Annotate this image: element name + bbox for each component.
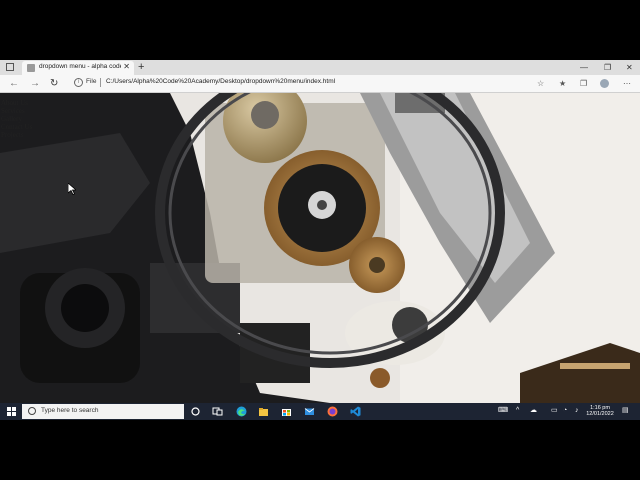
network-icon[interactable]: ◔	[563, 407, 567, 415]
tab-close-icon[interactable]: ✕	[123, 62, 130, 71]
profile-icon[interactable]	[600, 79, 609, 88]
battery-icon[interactable]: ▭	[551, 407, 558, 415]
mail-icon[interactable]	[304, 406, 315, 417]
mouse-cursor-icon	[68, 183, 76, 195]
forward-button[interactable]: →	[30, 77, 40, 91]
star-plus-icon[interactable]: ☆	[537, 77, 544, 91]
menu-item-contact-us[interactable]: Contact Us	[1, 123, 32, 131]
info-icon[interactable]: i	[74, 78, 83, 87]
menu-item-gallery[interactable]: Gallery	[1, 115, 32, 123]
windows-taskbar: Type here to search ⌨ ^ ☁ ▭ ◔ ♪ 1:16 pm …	[0, 403, 640, 420]
dropdown-menu: About Us Services Gallery Contact Us Pro…	[1, 99, 32, 139]
search-icon	[28, 407, 36, 415]
menu-item-about-us[interactable]: About Us	[1, 99, 32, 107]
volume-icon[interactable]: ♪	[575, 407, 579, 415]
address-bar[interactable]: i File C:/Users/Alpha%20Code%20Academy/D…	[70, 77, 530, 90]
firefox-icon[interactable]	[327, 406, 338, 417]
refresh-button[interactable]: ↻	[50, 77, 58, 91]
close-window-button[interactable]: ✕	[626, 60, 633, 75]
task-view-icon[interactable]	[212, 406, 223, 417]
page-favicon-icon	[27, 64, 35, 72]
menu-item-projects[interactable]: Projects	[1, 131, 32, 139]
taskbar-search-input[interactable]: Type here to search	[22, 404, 184, 419]
url-separator	[100, 78, 101, 87]
collections-icon[interactable]: ❐	[580, 77, 587, 91]
show-hidden-icons-icon[interactable]: ^	[516, 407, 519, 415]
browser-toolbar: ← → ↻ i File C:/Users/Alpha%20Code%20Aca…	[0, 75, 640, 93]
tab-actions-icon[interactable]	[6, 63, 14, 71]
more-icon[interactable]: ⋯	[623, 77, 631, 91]
minimize-button[interactable]: —	[580, 60, 588, 75]
menu-item-services[interactable]: Services	[1, 107, 32, 115]
store-icon[interactable]	[281, 406, 292, 417]
clock-date: 12/01/2022	[586, 411, 614, 417]
back-button[interactable]: ←	[9, 77, 19, 91]
scheme-label: File	[86, 78, 97, 85]
tab-title: dropdown menu - alpha code a	[39, 63, 121, 70]
taskbar-clock[interactable]: 1:16 pm 12/01/2022	[584, 405, 616, 417]
favorites-icon[interactable]: ★	[559, 77, 566, 91]
edge-icon[interactable]	[236, 406, 247, 417]
browser-tab[interactable]: dropdown menu - alpha code a ✕	[22, 61, 134, 75]
cortana-icon[interactable]	[190, 406, 201, 417]
background-photo	[0, 93, 640, 403]
vscode-icon[interactable]	[350, 406, 361, 417]
new-tab-button[interactable]: +	[138, 60, 144, 75]
keyboard-icon[interactable]: ⌨	[498, 407, 508, 415]
page-content: About Us Services Gallery Contact Us Pro…	[0, 93, 640, 403]
browser-tab-bar: dropdown menu - alpha code a ✕ + — ❐ ✕	[0, 60, 640, 75]
notifications-icon[interactable]: ▤	[622, 407, 629, 415]
cloud-icon[interactable]: ☁	[530, 407, 537, 415]
file-explorer-icon[interactable]	[258, 406, 269, 417]
maximize-button[interactable]: ❐	[604, 60, 611, 75]
screen-frame: dropdown menu - alpha code a ✕ + — ❐ ✕ ←…	[0, 60, 640, 420]
url-text[interactable]: C:/Users/Alpha%20Code%20Academy/Desktop/…	[106, 78, 335, 85]
windows-start-icon[interactable]	[7, 407, 16, 416]
search-placeholder: Type here to search	[41, 407, 99, 414]
